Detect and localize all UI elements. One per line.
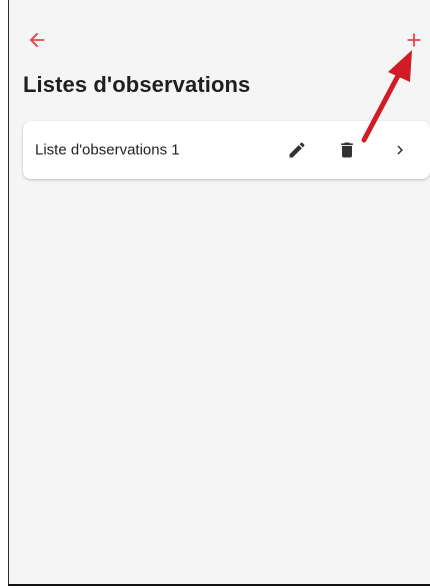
- trash-icon: [341, 142, 353, 158]
- page-title: Listes d'observations: [23, 72, 251, 97]
- chevron-right-icon: [397, 145, 403, 155]
- pencil-icon: [289, 142, 305, 158]
- top-app-bar: Listes d'observations: [9, 0, 430, 112]
- app-screen: Listes d'observations Liste d'observatio…: [8, 0, 430, 586]
- add-list-button[interactable]: [400, 26, 428, 54]
- open-list-button[interactable]: [386, 136, 414, 164]
- plus-icon: [407, 33, 421, 47]
- back-button[interactable]: [23, 26, 51, 54]
- arrow-left-icon: [29, 32, 45, 48]
- edit-button[interactable]: [283, 136, 311, 164]
- list-item-label: Liste d'observations 1: [35, 141, 180, 159]
- delete-button[interactable]: [333, 136, 361, 164]
- list-item[interactable]: Liste d'observations 1: [23, 121, 430, 179]
